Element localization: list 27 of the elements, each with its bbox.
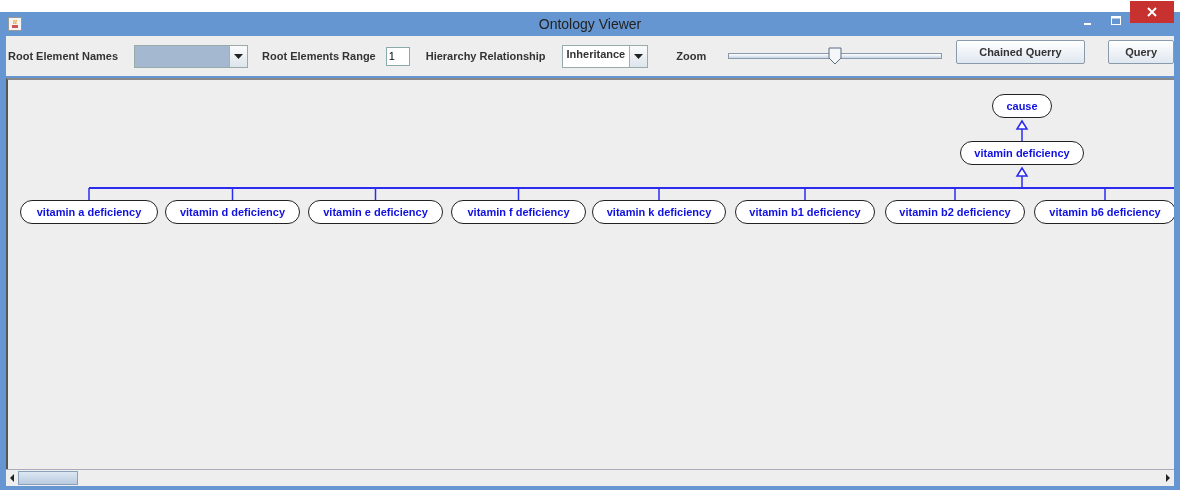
graph-node[interactable]: vitamin a deficiency xyxy=(20,200,158,224)
zoom-label: Zoom xyxy=(676,50,707,62)
graph-node[interactable]: vitamin d deficiency xyxy=(165,200,300,224)
inheritance-arrow xyxy=(1015,119,1029,142)
zoom-slider[interactable] xyxy=(728,47,943,65)
root-element-names-label: Root Element Names xyxy=(8,50,119,62)
range-input-field[interactable]: 1 xyxy=(385,46,410,66)
root-elements-range-label: Root Elements Range xyxy=(262,50,376,62)
hierarchy-dropdown[interactable]: Inheritance xyxy=(561,44,649,68)
scrollbar-thumb[interactable] xyxy=(18,471,78,485)
horizontal-scrollbar[interactable] xyxy=(6,469,1174,486)
graph-node[interactable]: vitamin k deficiency xyxy=(592,200,726,224)
dropdown-arrow-icon xyxy=(234,53,244,59)
dropdown-arrow-icon xyxy=(634,53,644,59)
graph-node[interactable]: vitamin b6 deficiency xyxy=(1034,200,1174,224)
hierarchy-relationship-label: Hierarchy Relationship xyxy=(425,50,546,62)
slider-thumb[interactable] xyxy=(828,47,843,65)
graph-node[interactable]: vitamin e deficiency xyxy=(308,200,443,224)
query-button[interactable]: Chained Querry xyxy=(956,40,1085,64)
window-title: Ontology Viewer xyxy=(537,16,643,32)
graph-node[interactable]: vitamin b2 deficiency xyxy=(885,200,1025,224)
root-element-names-dropdown[interactable] xyxy=(134,44,249,68)
inheritance-arrow xyxy=(1015,166,1029,189)
graph-node[interactable]: vitamin b1 deficiency xyxy=(735,200,875,224)
close-icon[interactable] xyxy=(1130,0,1174,24)
query-button[interactable]: Query xyxy=(1108,40,1174,64)
graph-node[interactable]: vitamin f deficiency xyxy=(451,200,586,224)
